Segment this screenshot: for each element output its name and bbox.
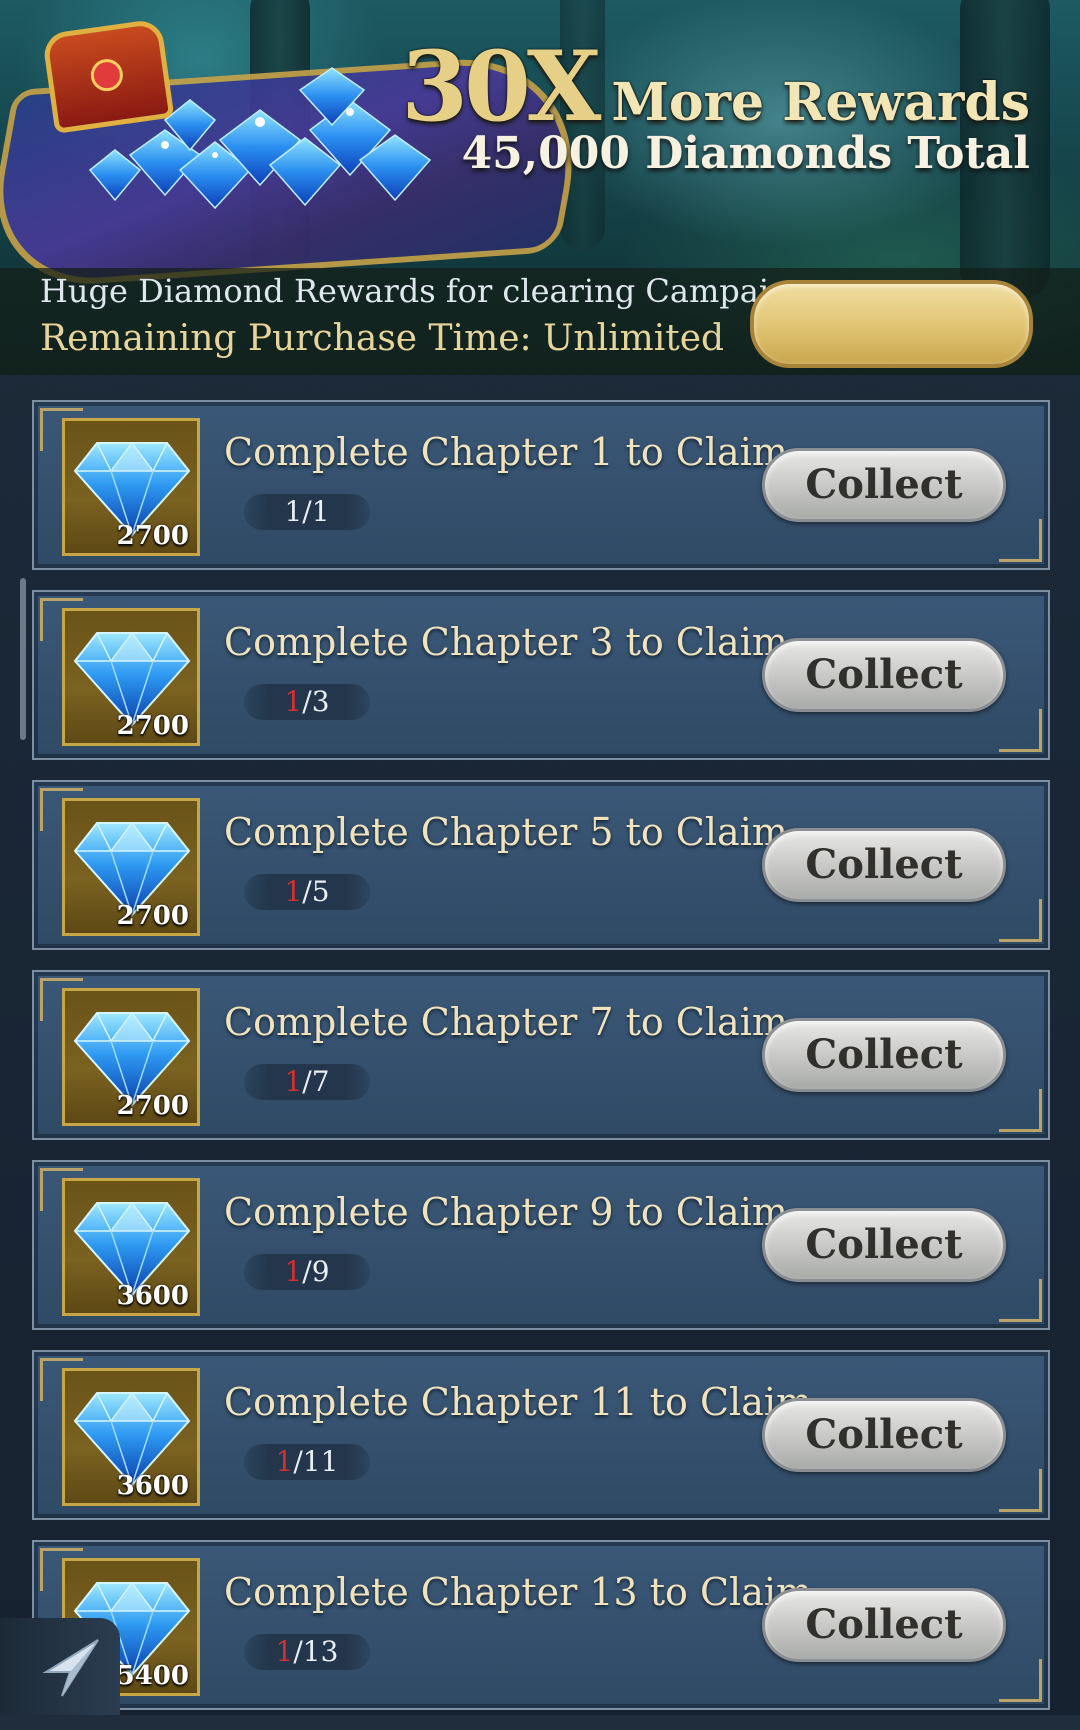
back-button[interactable] xyxy=(0,1618,120,1715)
reward-slot[interactable]: 2700 xyxy=(62,608,200,746)
collect-button[interactable]: Collect xyxy=(762,638,1006,712)
reward-amount: 2700 xyxy=(116,901,189,931)
reward-slot[interactable]: 3600 xyxy=(62,1178,200,1316)
progress-pill: 1/9 xyxy=(244,1254,370,1290)
reward-amount: 2700 xyxy=(116,711,189,741)
collect-button[interactable]: Collect xyxy=(762,1018,1006,1092)
promo-banner: 30X More Rewards 45,000 Diamonds Total Hu… xyxy=(0,0,1080,375)
task-title: Complete Chapter 13 to Claim xyxy=(224,1570,813,1614)
reward-row: 2700 Complete Chapter 5 to Claim 1/5 Col… xyxy=(32,780,1050,950)
multiplier-text: 30X xyxy=(401,30,601,143)
task-title: Complete Chapter 7 to Claim xyxy=(224,1000,788,1044)
reward-row: 2700 Complete Chapter 3 to Claim 1/3 Col… xyxy=(32,590,1050,760)
progress-current: 1 xyxy=(284,495,303,528)
back-arrow-icon xyxy=(42,1639,99,1697)
reward-row: 2700 Complete Chapter 7 to Claim 1/7 Col… xyxy=(32,970,1050,1140)
progress-total: /5 xyxy=(302,875,330,908)
collect-button[interactable]: Collect xyxy=(762,448,1006,522)
progress-total: /3 xyxy=(302,685,330,718)
reward-row: 2700 Complete Chapter 1 to Claim 1/1 Col… xyxy=(32,400,1050,570)
reward-row: 3600 Complete Chapter 11 to Claim 1/11 C… xyxy=(32,1350,1050,1520)
collect-button[interactable]: Collect xyxy=(762,1208,1006,1282)
collect-button[interactable]: Collect xyxy=(762,828,1006,902)
reward-amount: 2700 xyxy=(116,521,189,551)
progress-total: /1 xyxy=(302,495,330,528)
treasure-chest-icon xyxy=(41,18,175,134)
task-title: Complete Chapter 5 to Claim xyxy=(224,810,788,854)
banner-description: Huge Diamond Rewards for clearing Campai… xyxy=(40,272,811,310)
progress-pill: 1/1 xyxy=(244,494,370,530)
progress-pill: 1/7 xyxy=(244,1064,370,1100)
progress-pill: 1/13 xyxy=(244,1634,370,1670)
collect-button[interactable]: Collect xyxy=(762,1588,1006,1662)
task-title: Complete Chapter 3 to Claim xyxy=(224,620,788,664)
task-title: Complete Chapter 9 to Claim xyxy=(224,1190,788,1234)
purchase-button[interactable] xyxy=(750,280,1033,368)
reward-list: 2700 Complete Chapter 1 to Claim 1/1 Col… xyxy=(32,400,1050,1730)
progress-total: /9 xyxy=(302,1255,330,1288)
diamond-total-text: 45,000 Diamonds Total xyxy=(461,128,1030,179)
progress-current: 1 xyxy=(284,685,303,718)
progress-pill: 1/3 xyxy=(244,684,370,720)
reward-amount: 2700 xyxy=(116,1091,189,1121)
reward-amount: 5400 xyxy=(116,1661,189,1691)
progress-current: 1 xyxy=(284,875,303,908)
progress-pill: 1/5 xyxy=(244,874,370,910)
progress-total: /7 xyxy=(302,1065,330,1098)
reward-slot[interactable]: 2700 xyxy=(62,418,200,556)
task-title: Complete Chapter 11 to Claim xyxy=(224,1380,813,1424)
reward-slot[interactable]: 2700 xyxy=(62,988,200,1126)
progress-current: 1 xyxy=(275,1635,294,1668)
banner-headline: 30X More Rewards xyxy=(401,30,1030,143)
progress-pill: 1/11 xyxy=(244,1444,370,1480)
task-title: Complete Chapter 1 to Claim xyxy=(224,430,788,474)
progress-current: 1 xyxy=(284,1255,303,1288)
headline-text: More Rewards xyxy=(611,72,1030,133)
progress-current: 1 xyxy=(284,1065,303,1098)
progress-current: 1 xyxy=(275,1445,294,1478)
progress-total: /11 xyxy=(293,1445,339,1478)
reward-slot[interactable]: 3600 xyxy=(62,1368,200,1506)
collect-button[interactable]: Collect xyxy=(762,1398,1006,1472)
reward-slot[interactable]: 2700 xyxy=(62,798,200,936)
scrollbar[interactable] xyxy=(20,578,26,740)
progress-total: /13 xyxy=(293,1635,339,1668)
reward-row: 3600 Complete Chapter 9 to Claim 1/9 Col… xyxy=(32,1160,1050,1330)
reward-amount: 3600 xyxy=(116,1471,189,1501)
reward-row: 5400 Complete Chapter 13 to Claim 1/13 C… xyxy=(32,1540,1050,1710)
reward-amount: 3600 xyxy=(116,1281,189,1311)
purchase-time-text: Remaining Purchase Time: Unlimited xyxy=(40,318,725,359)
